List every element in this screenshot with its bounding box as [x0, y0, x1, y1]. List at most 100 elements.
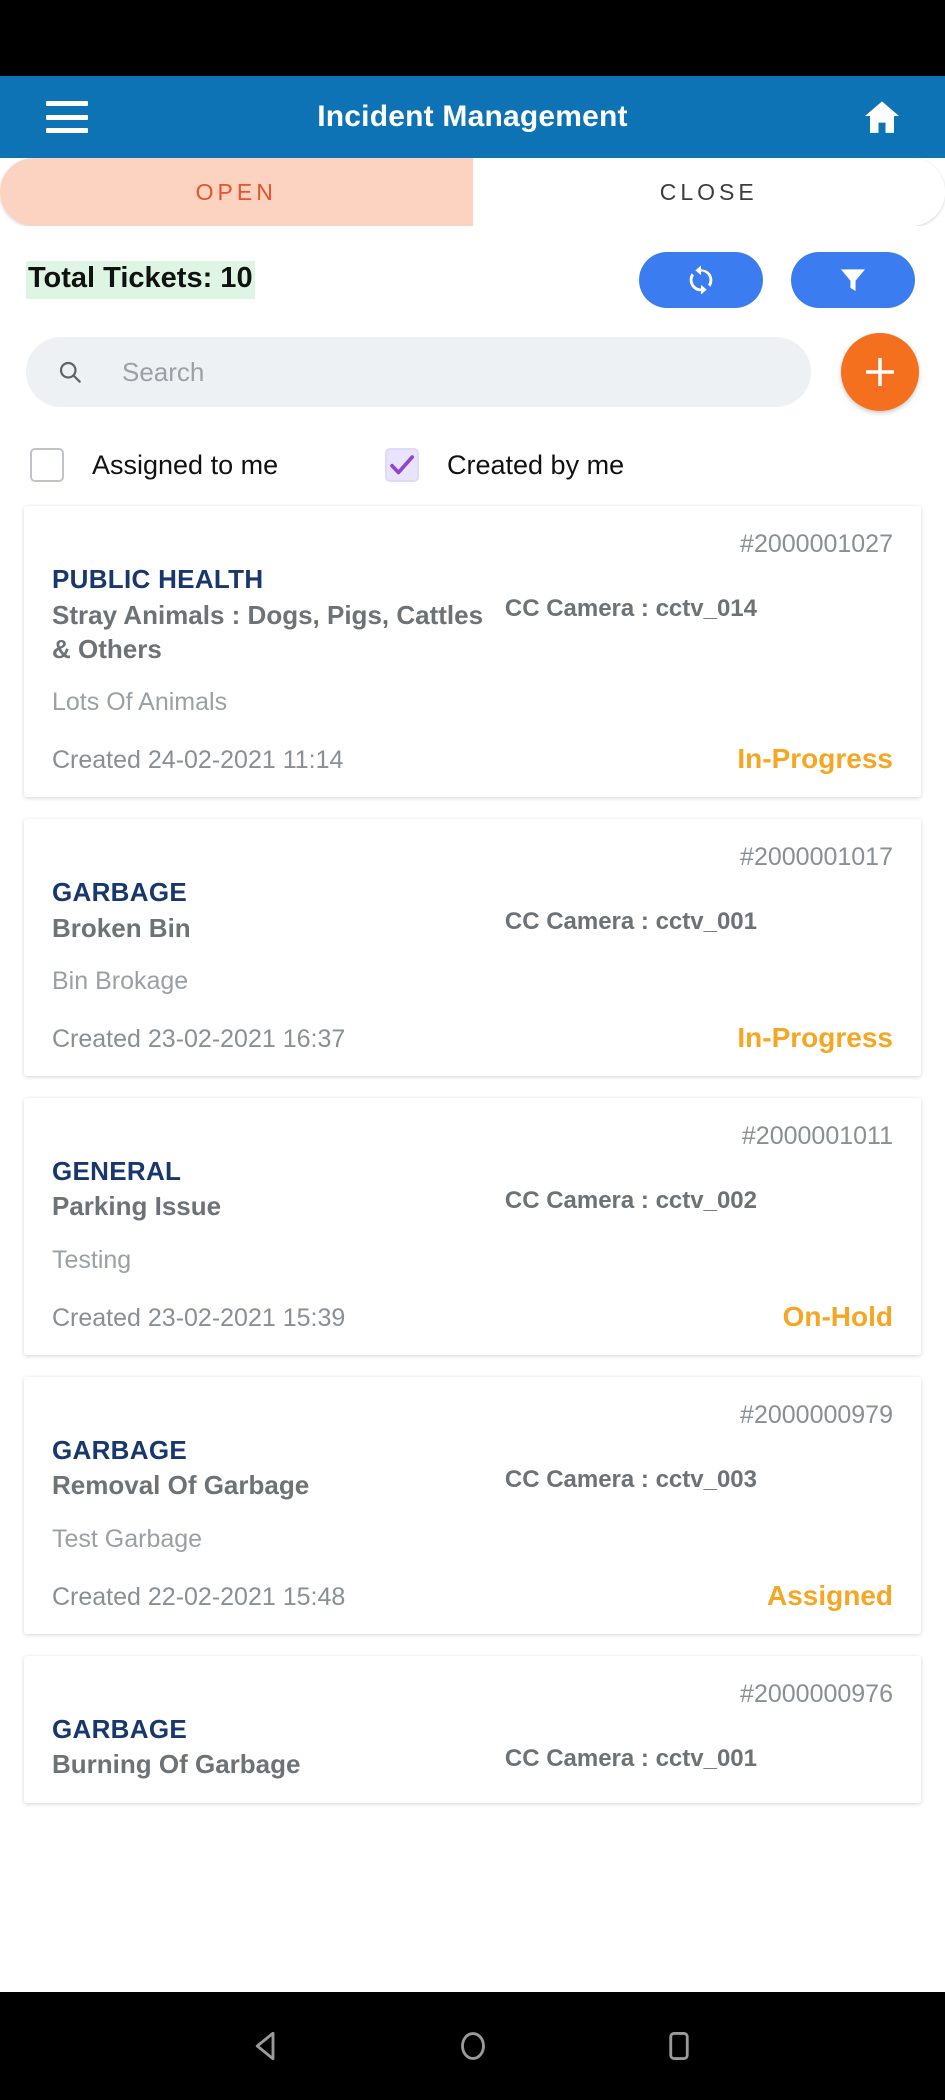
ticket-id-row: #2000001011	[52, 1122, 893, 1151]
ticket-id: #2000000979	[740, 1400, 893, 1429]
ticket-camera-wrap: CC Camera : cctv_001	[502, 1713, 757, 1773]
filter-checkbox-row: Assigned to me Created by me	[0, 416, 945, 492]
ticket-description: Lots Of Animals	[52, 688, 228, 717]
nav-recents-button[interactable]	[656, 2023, 702, 2069]
ticket-camera: CC Camera : cctv_001	[504, 1744, 757, 1772]
ticket-department: PUBLIC HEALTH	[52, 564, 264, 594]
app-root: Incident Management OPEN CLOSE Total Tic…	[0, 0, 945, 2100]
tab-open[interactable]: OPEN	[0, 158, 473, 226]
ticket-department: GARBAGE	[52, 877, 187, 908]
checkbox-created-by-me-label: Created by me	[447, 449, 625, 480]
ticket-created: Created 23-02-2021 16:37	[52, 1024, 346, 1053]
refresh-icon	[689, 265, 713, 295]
android-nav-bar	[0, 1992, 945, 2100]
ticket-footer: Created 22-02-2021 15:48 Assigned	[52, 1580, 893, 1612]
add-ticket-button[interactable]	[841, 333, 919, 411]
checkbox-created-by-me[interactable]: Created by me	[385, 448, 624, 482]
search-row	[0, 312, 945, 416]
ticket-description: Test Garbage	[52, 1524, 203, 1553]
ticket-footer: Created 24-02-2021 11:14 In-Progress	[52, 743, 893, 775]
ticket-main: GENERAL Parking Issue	[52, 1155, 502, 1224]
ticket-mid: GARBAGE Removal Of Garbage CC Camera : c…	[52, 1434, 893, 1503]
back-triangle-icon	[255, 2031, 274, 2061]
ticket-id-row: #2000000979	[52, 1401, 893, 1430]
home-icon-svg	[865, 101, 899, 133]
checkbox-assigned-to-me-box[interactable]	[30, 448, 64, 482]
ticket-id-row: #2000001027	[52, 530, 893, 559]
ticket-mid: GARBAGE Broken Bin CC Camera : cctv_001	[52, 876, 893, 945]
ticket-department: GENERAL	[52, 1155, 182, 1186]
ticket-id-row: #2000000976	[52, 1680, 893, 1709]
ticket-camera-wrap: CC Camera : cctv_003	[502, 1434, 757, 1494]
ticket-footer: Created 23-02-2021 15:39 On-Hold	[52, 1301, 893, 1333]
table-row[interactable]: #2000001027 PUBLIC HEALTH Stray Animals …	[24, 506, 921, 798]
ticket-camera: CC Camera : cctv_002	[504, 1186, 757, 1214]
ticket-subject: Broken Bin	[52, 912, 191, 943]
check-icon	[390, 455, 415, 475]
nav-back-button[interactable]	[244, 2023, 290, 2069]
ticket-main: GARBAGE Broken Bin	[52, 876, 502, 945]
table-row[interactable]: #2000000979 GARBAGE Removal Of Garbage C…	[24, 1376, 921, 1634]
ticket-description: Bin Brokage	[52, 966, 189, 995]
refresh-button[interactable]	[639, 252, 763, 308]
filter-funnel-icon	[840, 269, 866, 292]
search-box[interactable]	[26, 337, 811, 407]
ticket-id: #2000000976	[740, 1679, 893, 1708]
page-title: Incident Management	[317, 100, 628, 133]
tab-bar: OPEN CLOSE	[0, 158, 945, 226]
ticket-camera-wrap: CC Camera : cctv_001	[502, 876, 757, 936]
app-bar: Incident Management	[0, 76, 945, 158]
plus-icon	[866, 358, 894, 386]
ticket-created: Created 24-02-2021 11:14	[52, 746, 344, 775]
ticket-id: #2000001027	[740, 530, 893, 558]
ticket-camera-wrap: CC Camera : cctv_002	[502, 1155, 757, 1215]
ticket-mid: GENERAL Parking Issue CC Camera : cctv_0…	[52, 1155, 893, 1224]
home-circle-icon	[460, 2032, 485, 2060]
ticket-department: GARBAGE	[52, 1434, 187, 1465]
ticket-camera: CC Camera : cctv_014	[504, 595, 757, 622]
nav-home-button[interactable]	[450, 2023, 496, 2069]
ticket-subject: Burning Of Garbage	[52, 1749, 301, 1780]
table-row[interactable]: #2000001011 GENERAL Parking Issue CC Cam…	[24, 1097, 921, 1355]
search-input[interactable]	[122, 356, 781, 388]
checkbox-created-by-me-box[interactable]	[385, 448, 419, 482]
ticket-list: #2000001027 PUBLIC HEALTH Stray Animals …	[0, 492, 945, 1804]
ticket-created: Created 22-02-2021 15:48	[52, 1582, 346, 1611]
main-content: Total Tickets: 10 Search Assigned to me …	[0, 226, 945, 1992]
search-icon	[59, 361, 81, 383]
ticket-department: GARBAGE	[52, 1713, 187, 1744]
ticket-subject: Stray Animals : Dogs, Pigs, Cattles & Ot…	[52, 599, 484, 664]
status-badge: In-Progress	[737, 1021, 893, 1053]
recents-square-icon	[668, 2031, 689, 2061]
status-badge: On-Hold	[782, 1300, 893, 1332]
checkbox-assigned-to-me[interactable]: Assigned to me	[30, 448, 385, 482]
ticket-created: Created 23-02-2021 15:39	[52, 1303, 346, 1332]
ticket-mid: PUBLIC HEALTH Stray Animals : Dogs, Pigs…	[52, 563, 893, 666]
checkbox-assigned-to-me-label: Assigned to me	[92, 449, 279, 480]
hamburger-menu-icon[interactable]	[46, 101, 88, 133]
ticket-main: GARBAGE Burning Of Garbage	[52, 1713, 502, 1782]
ticket-subject: Removal Of Garbage	[52, 1470, 310, 1501]
ticket-id: #2000001011	[741, 1121, 893, 1150]
ticket-camera: CC Camera : cctv_001	[504, 908, 757, 936]
ticket-main: GARBAGE Removal Of Garbage	[52, 1434, 502, 1503]
status-bar	[0, 0, 945, 76]
toolbar: Total Tickets: 10	[0, 226, 945, 312]
table-row[interactable]: #2000001017 GARBAGE Broken Bin CC Camera…	[24, 819, 921, 1076]
ticket-id-row: #2000001017	[52, 843, 893, 872]
ticket-mid: GARBAGE Burning Of Garbage CC Camera : c…	[52, 1713, 893, 1782]
status-badge: In-Progress	[737, 743, 893, 775]
total-tickets-label: Total Tickets: 10	[26, 261, 255, 299]
filter-button[interactable]	[791, 252, 915, 308]
ticket-footer: Created 23-02-2021 16:37 In-Progress	[52, 1022, 893, 1054]
ticket-camera-wrap: CC Camera : cctv_014	[502, 563, 757, 623]
ticket-main: PUBLIC HEALTH Stray Animals : Dogs, Pigs…	[52, 563, 502, 666]
ticket-camera: CC Camera : cctv_003	[504, 1465, 757, 1493]
ticket-description: Testing	[52, 1245, 132, 1274]
ticket-subject: Parking Issue	[52, 1191, 222, 1222]
home-icon[interactable]	[861, 97, 903, 137]
table-row[interactable]: #2000000976 GARBAGE Burning Of Garbage C…	[24, 1655, 921, 1804]
status-badge: Assigned	[766, 1579, 893, 1611]
ticket-id: #2000001017	[740, 843, 893, 872]
tab-close[interactable]: CLOSE	[472, 158, 945, 226]
